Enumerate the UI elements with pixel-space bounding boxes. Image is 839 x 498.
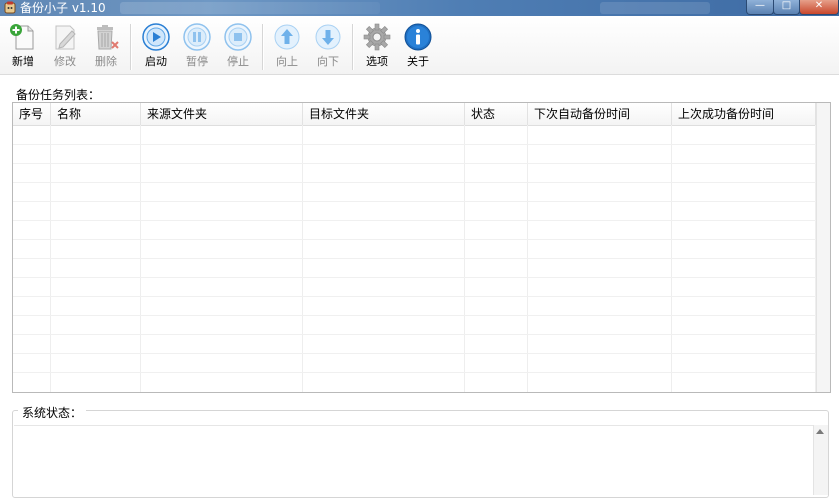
arrow-up-icon	[274, 24, 300, 50]
edit-button[interactable]: 修改	[48, 20, 82, 72]
row-divider	[13, 220, 816, 221]
column-header-target-folder[interactable]: 目标文件夹	[303, 103, 465, 125]
window-title: 备份小子 v1.10	[20, 1, 106, 15]
column-header-status[interactable]: 状态	[465, 103, 528, 125]
title-bar[interactable]: 备份小子 v1.10 — □ ✕	[0, 0, 839, 16]
column-header-index[interactable]: 序号	[13, 103, 51, 125]
minimize-button[interactable]: —	[746, 0, 774, 15]
column-header-last-success-time[interactable]: 上次成功备份时间	[672, 103, 816, 125]
row-divider	[13, 334, 816, 335]
column-header-name[interactable]: 名称	[51, 103, 141, 125]
start-button[interactable]: 启动	[139, 20, 173, 72]
row-divider	[13, 239, 816, 240]
close-button[interactable]: ✕	[799, 0, 839, 15]
add-document-icon	[10, 24, 34, 50]
options-button[interactable]: 选项	[360, 20, 394, 72]
move-up-button[interactable]: 向上	[270, 20, 304, 72]
app-icon	[4, 1, 16, 14]
delete-button-label: 删除	[95, 55, 117, 68]
task-list-title: 备份任务列表：	[16, 88, 101, 102]
stop-button-label: 停止	[227, 55, 249, 68]
edit-button-label: 修改	[54, 55, 76, 68]
toolbar-separator	[352, 24, 354, 70]
add-button-label: 新增	[12, 55, 34, 68]
toolbar-separator	[130, 24, 132, 70]
toolbar-separator	[262, 24, 264, 70]
system-status-log[interactable]	[14, 425, 826, 496]
column-header-source-folder[interactable]: 来源文件夹	[141, 103, 303, 125]
arrow-down-icon	[315, 24, 341, 50]
task-list-table[interactable]: 序号 名称 来源文件夹 目标文件夹 状态 下次自动备份时间 上次成功备份时间	[12, 102, 831, 393]
info-icon	[404, 23, 432, 51]
move-down-button-label: 向下	[317, 55, 339, 68]
row-divider	[13, 182, 816, 183]
pause-button-label: 暂停	[186, 55, 208, 68]
stop-button[interactable]: 停止	[221, 20, 255, 72]
table-vertical-scrollbar[interactable]	[816, 103, 830, 392]
row-divider	[13, 258, 816, 259]
about-button-label: 关于	[407, 55, 429, 68]
status-vertical-scrollbar[interactable]	[813, 425, 828, 495]
pause-button[interactable]: 暂停	[180, 20, 214, 72]
stop-icon	[224, 23, 252, 51]
play-icon	[142, 23, 170, 51]
row-divider	[13, 372, 816, 373]
trash-icon	[97, 25, 119, 50]
title-bar-background-blur	[600, 2, 710, 14]
system-status-title: 系统状态：	[18, 404, 87, 421]
edit-pencil-icon	[55, 25, 76, 50]
gear-icon	[363, 23, 391, 51]
row-divider	[13, 277, 816, 278]
scroll-up-arrow-icon[interactable]	[816, 429, 824, 434]
title-bar-background-blur	[120, 2, 380, 14]
row-divider	[13, 201, 816, 202]
toolbar: 新增 修改 删除 启动 暂停 停止 向上 向下 选项 关于	[0, 16, 839, 75]
add-button[interactable]: 新增	[6, 20, 40, 72]
move-up-button-label: 向上	[276, 55, 298, 68]
pause-icon	[183, 23, 211, 51]
options-button-label: 选项	[366, 55, 388, 68]
row-divider	[13, 296, 816, 297]
maximize-button[interactable]: □	[773, 0, 800, 15]
row-divider	[13, 144, 816, 145]
move-down-button[interactable]: 向下	[311, 20, 345, 72]
row-divider	[13, 315, 816, 316]
column-header-next-backup-time[interactable]: 下次自动备份时间	[528, 103, 672, 125]
start-button-label: 启动	[145, 55, 167, 68]
row-divider	[13, 163, 816, 164]
row-divider	[13, 353, 816, 354]
delete-button[interactable]: 删除	[89, 20, 123, 72]
table-header: 序号 名称 来源文件夹 目标文件夹 状态 下次自动备份时间 上次成功备份时间	[13, 103, 816, 126]
about-button[interactable]: 关于	[401, 20, 435, 72]
